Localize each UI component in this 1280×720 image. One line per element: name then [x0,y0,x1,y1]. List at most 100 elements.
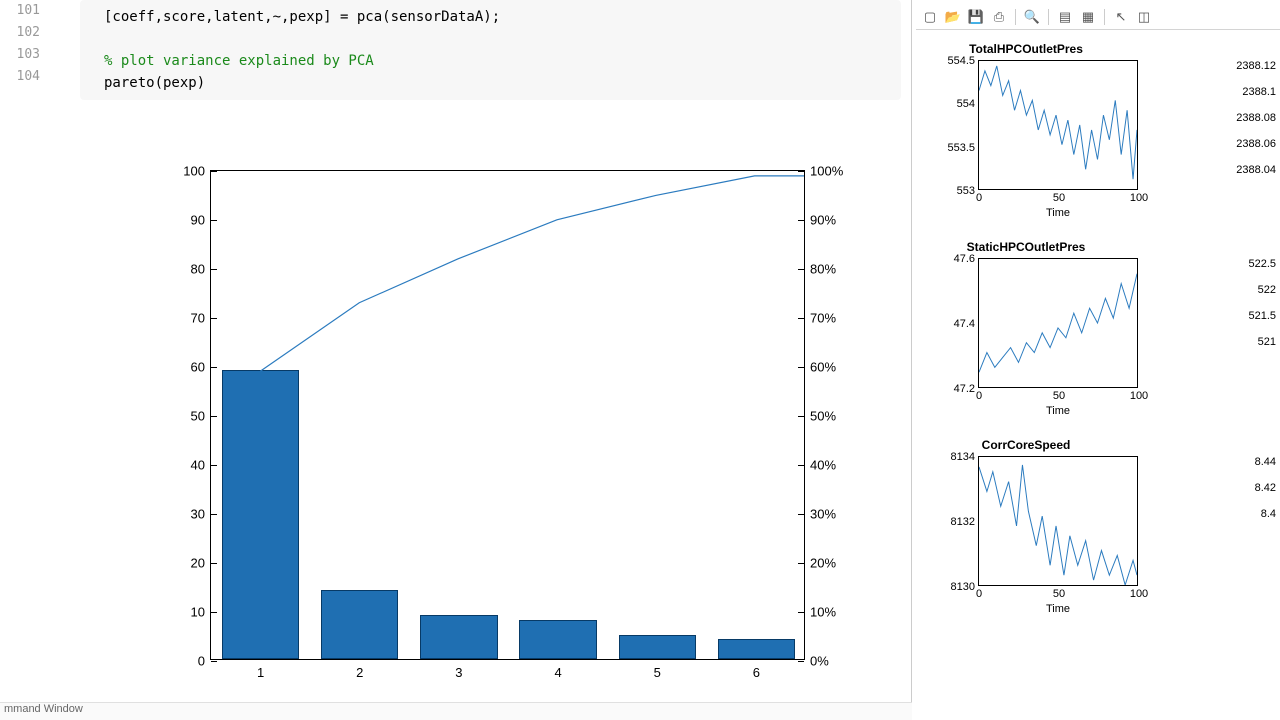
y-right-tick: 70% [810,311,836,326]
mini-y-tick: 553.5 [947,142,975,154]
mini-plot[interactable]: TotalHPCOutletPres554.5554553.5553050100… [912,42,1280,240]
y-left-tick: 50 [191,409,205,424]
pareto-bar [222,370,299,659]
pareto-axes: 01020304050607080901000%10%20%30%40%50%6… [210,170,805,660]
line-number: 103 [0,44,40,66]
cursor-icon[interactable]: ↖ [1111,7,1131,27]
x-tick: 4 [554,665,561,680]
mini-y-tick: 8134 [951,451,975,463]
figure-toolbar: ▢📂💾⎙ 🔍 ▤▦ ↖◫ [916,4,1280,30]
new-figure-icon[interactable]: ▢ [920,7,940,27]
x-tick: 5 [654,665,661,680]
mini-xlabel: Time [1046,207,1070,219]
y-left-tick: 10 [191,605,205,620]
mini-y-tick: 554.5 [947,55,975,67]
mini-axes: 47.647.447.2050100Time [978,258,1138,388]
y-left-tick: 30 [191,507,205,522]
figure-pane: ▢📂💾⎙🔍▤▦↖◫ TotalHPCOutletPres554.5554553.… [912,0,1280,720]
mini-plot-title: TotalHPCOutletPres [912,42,1140,56]
y-right-tick: 40% [810,458,836,473]
y-left-tick: 40 [191,458,205,473]
y-right-tick: 50% [810,409,836,424]
y-right-tick: 20% [810,556,836,571]
save-icon[interactable]: 💾 [966,7,986,27]
mini-y-tick: 8132 [951,516,975,528]
y-left-tick: 80 [191,262,205,277]
mini-series-line [979,465,1137,585]
pareto-bar [718,639,795,659]
cumulative-line [260,176,804,371]
pareto-bar [321,590,398,659]
pareto-bar [519,620,596,659]
status-bar: mmand Window [0,702,912,720]
line-number: 102 [0,22,40,44]
mini-series-line [979,66,1137,179]
adjacent-axis-ticks: 522.5522521.5521 [1248,258,1276,362]
mini-y-tick: 553 [957,185,975,197]
x-tick: 3 [455,665,462,680]
mini-y-tick: 47.2 [954,383,975,395]
toolbar-separator [1048,9,1049,25]
mini-charts-area: TotalHPCOutletPres554.5554553.5553050100… [912,42,1280,720]
y-right-tick: 80% [810,262,836,277]
mini-y-tick: 47.6 [954,253,975,265]
mini-axes: 554.5554553.5553050100Time [978,60,1138,190]
adjacent-axis-ticks: 8.448.428.4 [1255,456,1276,534]
mini-y-tick: 47.4 [954,318,975,330]
print-icon[interactable]: ⎙ [989,7,1009,27]
mini-x-tick: 100 [1130,588,1148,600]
line-number-gutter: 101102103104 [0,0,48,88]
y-right-tick: 0% [810,654,829,669]
y-left-tick: 60 [191,360,205,375]
mini-y-tick: 8130 [951,581,975,593]
colorbar-icon[interactable]: ▦ [1078,7,1098,27]
annotate-icon[interactable]: ◫ [1134,7,1154,27]
mini-series-line [979,274,1137,372]
zoom-in-icon[interactable]: 🔍 [1022,7,1042,27]
mini-x-tick: 50 [1053,192,1065,204]
mini-x-tick: 100 [1130,192,1148,204]
mini-x-tick: 0 [976,192,982,204]
mini-plot-title: CorrCoreSpeed [912,438,1140,452]
legend-icon[interactable]: ▤ [1055,7,1075,27]
toolbar-separator [1104,9,1105,25]
y-left-tick: 20 [191,556,205,571]
pareto-bar [420,615,497,659]
code-line[interactable] [104,28,887,50]
y-right-tick: 30% [810,507,836,522]
code-block[interactable]: [coeff,score,latent,~,pexp] = pca(sensor… [80,0,901,100]
y-right-tick: 10% [810,605,836,620]
y-left-tick: 90 [191,213,205,228]
mini-y-tick: 554 [957,98,975,110]
code-line[interactable]: pareto(pexp) [104,72,887,94]
x-tick: 6 [753,665,760,680]
y-left-tick: 70 [191,311,205,326]
pareto-chart[interactable]: 01020304050607080901000%10%20%30%40%50%6… [120,150,880,700]
code-line[interactable]: % plot variance explained by PCA [104,50,887,72]
y-right-tick: 90% [810,213,836,228]
mini-axes: 813481328130050100Time [978,456,1138,586]
mini-xlabel: Time [1046,603,1070,615]
y-left-tick: 0 [198,654,205,669]
editor-pane: 101102103104 [coeff,score,latent,~,pexp]… [0,0,912,720]
mini-x-tick: 100 [1130,390,1148,402]
pareto-bar [619,635,696,660]
mini-xlabel: Time [1046,405,1070,417]
mini-x-tick: 0 [976,588,982,600]
mini-plot[interactable]: CorrCoreSpeed813481328130050100Time8.448… [912,438,1280,636]
y-right-tick: 100% [810,164,843,179]
mini-x-tick: 50 [1053,588,1065,600]
mini-plot-title: StaticHPCOutletPres [912,240,1140,254]
line-number: 104 [0,66,40,88]
mini-x-tick: 50 [1053,390,1065,402]
mini-plot[interactable]: StaticHPCOutletPres47.647.447.2050100Tim… [912,240,1280,438]
mini-x-tick: 0 [976,390,982,402]
line-number: 101 [0,0,40,22]
x-tick: 1 [257,665,264,680]
code-line[interactable]: [coeff,score,latent,~,pexp] = pca(sensor… [104,6,887,28]
adjacent-axis-ticks: 2388.122388.12388.082388.062388.04 [1236,60,1276,190]
y-right-tick: 60% [810,360,836,375]
toolbar-separator [1015,9,1016,25]
open-icon[interactable]: 📂 [943,7,963,27]
x-tick: 2 [356,665,363,680]
